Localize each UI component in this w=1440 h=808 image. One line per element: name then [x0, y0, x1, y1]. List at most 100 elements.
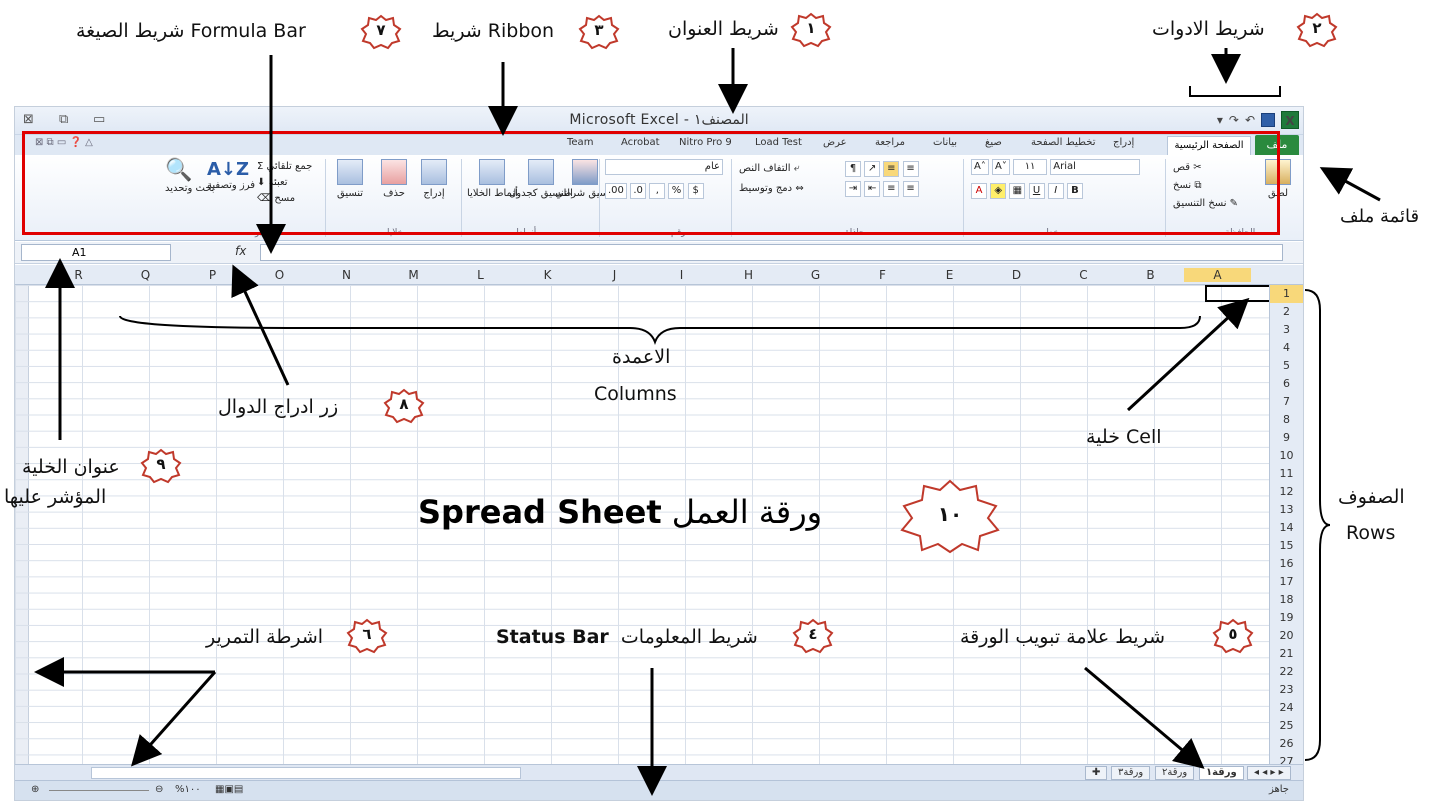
name-box[interactable]: A1: [21, 244, 171, 261]
badge-5: ٥: [1212, 618, 1254, 654]
label-spreadsheet-en: Spread Sheet: [418, 493, 662, 531]
label-insert-function: زر ادراج الدوال: [218, 396, 339, 418]
column-header-N[interactable]: N: [313, 268, 380, 282]
customize-qat-icon[interactable]: ▾: [1217, 113, 1223, 127]
horizontal-scrollbar[interactable]: [91, 767, 521, 779]
row-header-14[interactable]: 14: [1270, 519, 1303, 537]
label-spreadsheet: Spread Sheet ورقة العمل: [418, 493, 822, 531]
column-header-E[interactable]: E: [916, 268, 983, 282]
toolbar-bracket: [1189, 86, 1281, 97]
label-cell-address-1: عنوان الخلية: [22, 456, 120, 478]
row-header-21[interactable]: 21: [1270, 645, 1303, 663]
row-header-3[interactable]: 3: [1270, 321, 1303, 339]
row-header-5[interactable]: 5: [1270, 357, 1303, 375]
zoom-in-icon[interactable]: ⊕: [31, 784, 39, 795]
row-header-15[interactable]: 15: [1270, 537, 1303, 555]
zoom-level[interactable]: %١٠٠: [175, 784, 201, 795]
column-header-K[interactable]: K: [514, 268, 581, 282]
column-header-Q[interactable]: Q: [112, 268, 179, 282]
active-cell[interactable]: [1205, 285, 1271, 302]
row-header-10[interactable]: 10: [1270, 447, 1303, 465]
quick-access-toolbar: ▾ ↷ ↶ X: [1217, 111, 1299, 129]
undo-icon[interactable]: ↶: [1245, 113, 1255, 127]
column-header-B[interactable]: B: [1117, 268, 1184, 282]
row-header-24[interactable]: 24: [1270, 699, 1303, 717]
column-header-A[interactable]: A: [1184, 268, 1251, 282]
column-header-L[interactable]: L: [447, 268, 514, 282]
label-rows-en: Rows: [1346, 522, 1396, 544]
row-header-1[interactable]: 1: [1270, 285, 1303, 303]
column-header-D[interactable]: D: [983, 268, 1050, 282]
row-header-11[interactable]: 11: [1270, 465, 1303, 483]
badge-7-number: ٧: [376, 21, 386, 39]
sheet-nav-icon[interactable]: ◂ ◂ ▸ ▸: [1247, 766, 1291, 780]
sheet-tab-3[interactable]: ورقة٣: [1111, 766, 1151, 780]
badge-2-number: ٢: [1312, 19, 1322, 37]
column-header-O[interactable]: O: [246, 268, 313, 282]
row-header-23[interactable]: 23: [1270, 681, 1303, 699]
row-header-22[interactable]: 22: [1270, 663, 1303, 681]
formula-input[interactable]: [260, 244, 1283, 261]
badge-2: ٢: [1296, 12, 1338, 48]
row-header-19[interactable]: 19: [1270, 609, 1303, 627]
row-header-18[interactable]: 18: [1270, 591, 1303, 609]
row-header-8[interactable]: 8: [1270, 411, 1303, 429]
badge-8: ٨: [383, 388, 425, 424]
insert-sheet-icon[interactable]: ✚: [1085, 766, 1108, 780]
column-header-C[interactable]: C: [1050, 268, 1117, 282]
row-header-13[interactable]: 13: [1270, 501, 1303, 519]
insert-function-button[interactable]: fx: [235, 244, 246, 258]
label-formula-bar: شريط الصيغة Formula Bar: [76, 20, 306, 42]
column-header-J[interactable]: J: [581, 268, 648, 282]
row-header-20[interactable]: 20: [1270, 627, 1303, 645]
badge-10-number: ١٠: [937, 502, 963, 526]
badge-5-number: ٥: [1228, 625, 1238, 643]
label-status-bar-ar: شريط المعلومات: [620, 626, 758, 648]
label-cell-address-2: المؤشر عليها: [4, 486, 107, 508]
row-header-25[interactable]: 25: [1270, 717, 1303, 735]
row-header-9[interactable]: 9: [1270, 429, 1303, 447]
row-header-12[interactable]: 12: [1270, 483, 1303, 501]
redo-icon[interactable]: ↷: [1229, 113, 1239, 127]
view-buttons-icon[interactable]: ▦▣▤: [215, 784, 243, 795]
badge-7: ٧: [360, 14, 402, 50]
label-title-bar: شريط العنوان: [668, 18, 779, 40]
row-header-4[interactable]: 4: [1270, 339, 1303, 357]
ready-status: جاهز: [1268, 784, 1289, 795]
row-header-26[interactable]: 26: [1270, 735, 1303, 753]
sheet-tab-1[interactable]: ورقة١: [1199, 766, 1244, 780]
sheet-tab-2[interactable]: ورقة٢: [1155, 766, 1195, 780]
column-header-F[interactable]: F: [849, 268, 916, 282]
sheet-tab-bar: ✚ ورقة٣ ورقة٢ ورقة١ ◂ ◂ ▸ ▸: [15, 764, 1303, 780]
zoom-out-icon[interactable]: ⊖: [155, 784, 163, 795]
status-bar: ⊕ ⊖ %١٠٠ ▦▣▤ جاهز: [15, 780, 1303, 800]
label-status-bar: Status Bar شريط المعلومات: [496, 626, 758, 648]
row-header-7[interactable]: 7: [1270, 393, 1303, 411]
label-spreadsheet-ar: ورقة العمل: [671, 493, 823, 531]
row-header-16[interactable]: 16: [1270, 555, 1303, 573]
label-sheet-tabs: شريط علامة تبويب الورقة: [960, 626, 1165, 648]
badge-3: ٣: [578, 14, 620, 50]
column-header-I[interactable]: I: [648, 268, 715, 282]
zoom-slider[interactable]: [49, 790, 149, 791]
column-header-H[interactable]: H: [715, 268, 782, 282]
label-toolbar: شريط الادوات: [1152, 18, 1265, 40]
column-header-R[interactable]: R: [45, 268, 112, 282]
row-header-2[interactable]: 2: [1270, 303, 1303, 321]
badge-10: ١٠: [898, 478, 1002, 554]
badge-4-number: ٤: [808, 625, 818, 643]
row-header-17[interactable]: 17: [1270, 573, 1303, 591]
row-header-6[interactable]: 6: [1270, 375, 1303, 393]
excel-logo-icon: X: [1281, 111, 1299, 129]
column-header-G[interactable]: G: [782, 268, 849, 282]
badge-1-number: ١: [806, 19, 816, 37]
badge-6-number: ٦: [362, 625, 372, 643]
badge-1: ١: [790, 12, 832, 48]
formula-bar: A1 fx: [15, 242, 1303, 264]
column-header-P[interactable]: P: [179, 268, 246, 282]
label-file-menu: قائمة ملف: [1340, 206, 1420, 227]
save-icon[interactable]: [1261, 113, 1275, 127]
column-header-M[interactable]: M: [380, 268, 447, 282]
column-headers: RQPONMLKJIHGFEDCBA: [15, 265, 1303, 285]
label-ribbon: شريط Ribbon: [432, 20, 555, 42]
